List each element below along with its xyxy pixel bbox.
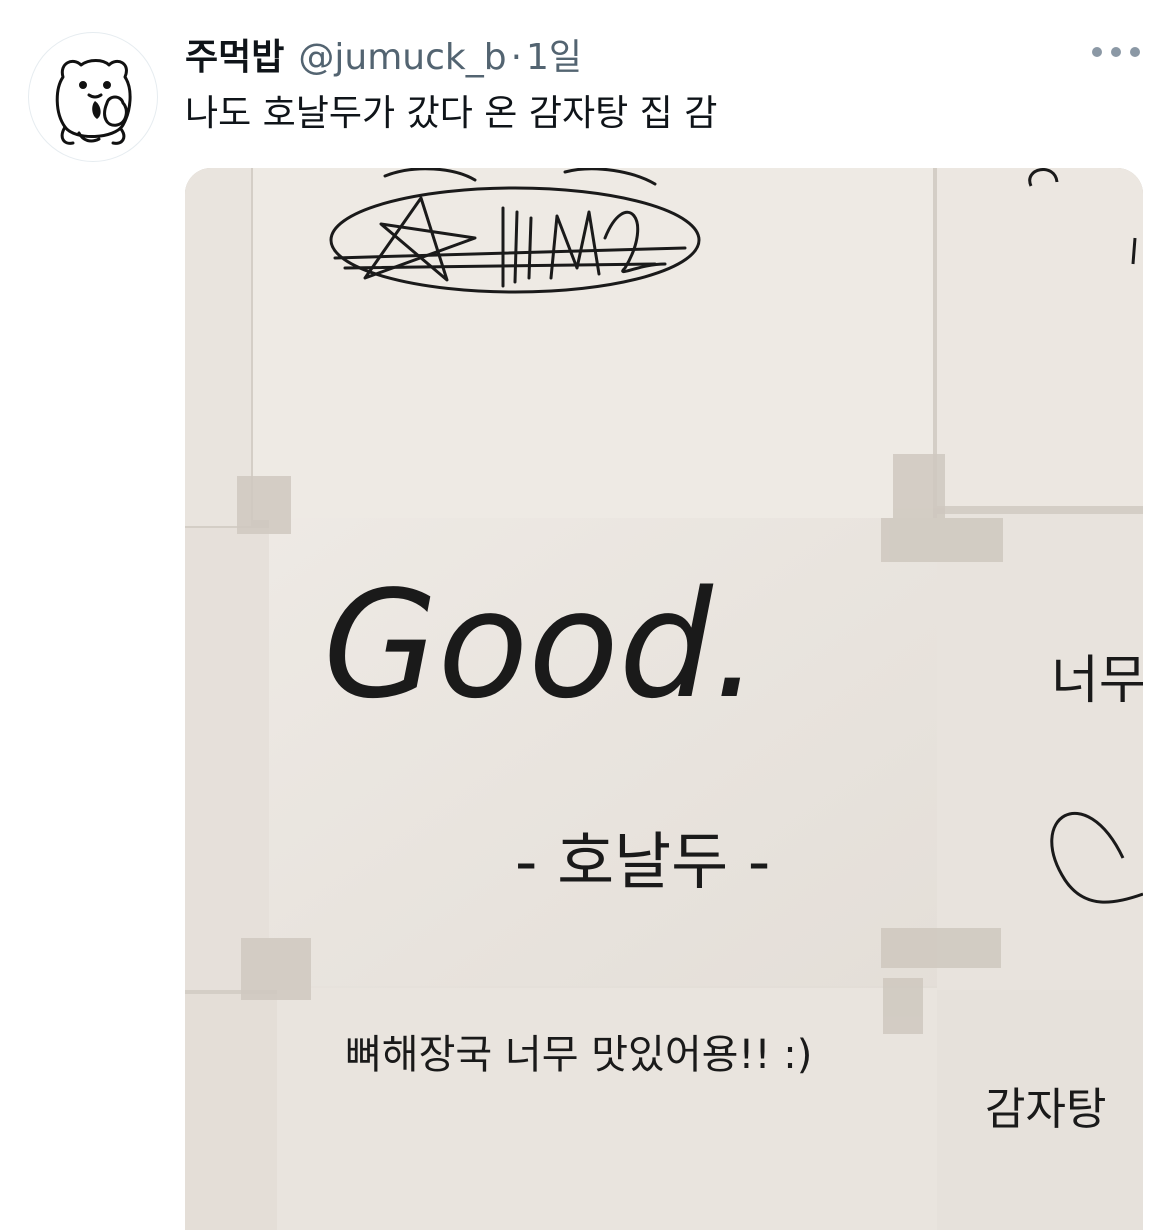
- note-right-bottom: 감자탕: [985, 1084, 1106, 1135]
- note-ronaldo-signature: - 호날두 -: [515, 825, 770, 898]
- bear-avatar-icon: [55, 59, 132, 145]
- more-dot-icon: [1111, 47, 1121, 57]
- display-name[interactable]: 주먹밥: [185, 28, 284, 80]
- paper-top-left: [185, 168, 251, 526]
- paper-mid-left: [185, 528, 277, 990]
- tweet-header: 주먹밥 @jumuck_b · 1일: [185, 28, 582, 78]
- avatar[interactable]: [28, 32, 158, 162]
- paper-top-center: [253, 168, 933, 520]
- more-options-button[interactable]: [1092, 38, 1140, 66]
- more-dot-icon: [1092, 47, 1102, 57]
- paper-top-right: [937, 168, 1143, 506]
- separator-dot: ·: [510, 37, 523, 78]
- more-dot-icon: [1130, 47, 1140, 57]
- paper-bottom-left: [185, 994, 281, 1230]
- note-soup: 뼈해장국 너무 맛있어용!! :): [345, 1032, 812, 1078]
- tweet-photo[interactable]: Good. - 호날두 - 뼈해장국 너무 맛있어용!! :) 너무 감자탕: [185, 168, 1143, 1230]
- tweet[interactable]: 주먹밥 @jumuck_b · 1일 나도 호날두가 갔다 온 감자탕 집 감: [0, 0, 1170, 1230]
- note-good: Good.: [323, 559, 760, 731]
- user-handle[interactable]: @jumuck_b: [298, 37, 506, 78]
- tweet-text: 나도 호날두가 갔다 온 감자탕 집 감: [185, 93, 718, 134]
- paper-bottom-center: [277, 986, 937, 1230]
- timestamp[interactable]: 1일: [526, 28, 582, 80]
- note-right-top: 너무: [1051, 651, 1143, 711]
- paper-mid-right: [937, 514, 1143, 990]
- photo-of-signed-papers: Good. - 호날두 - 뼈해장국 너무 맛있어용!! :) 너무 감자탕: [185, 168, 1143, 1230]
